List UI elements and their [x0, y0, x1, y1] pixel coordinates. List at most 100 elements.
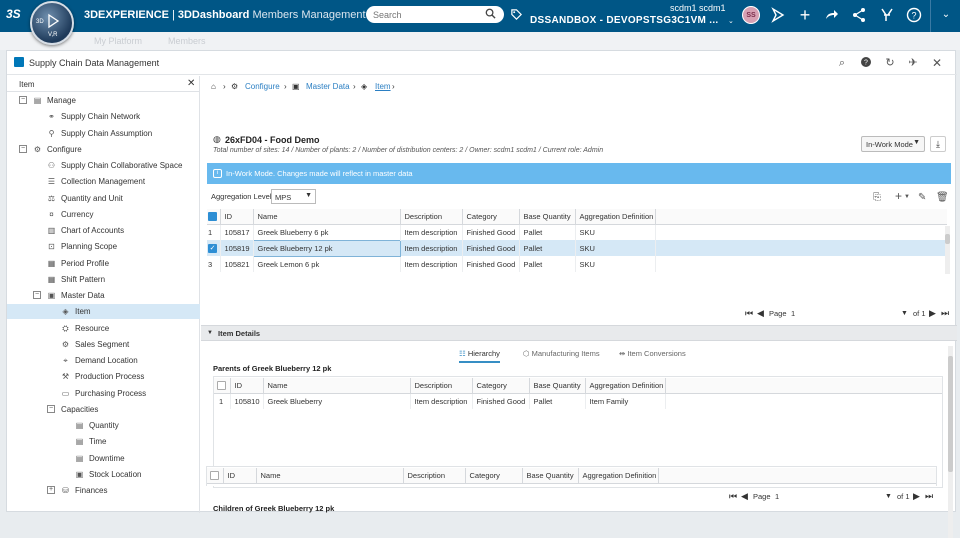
row-selector[interactable]: 1 — [207, 224, 221, 240]
expand-icon[interactable]: + — [47, 486, 55, 494]
breadcrumb-configure[interactable]: Configure — [245, 82, 280, 91]
tree-node[interactable]: ▦ Period Profile — [7, 256, 200, 271]
collapse-icon[interactable]: − — [19, 96, 27, 104]
table-row[interactable]: 3 105821 Greek Lemon 6 pk Item description F… — [207, 256, 947, 272]
column-header-aggregation[interactable]: Aggregation Definition — [575, 209, 656, 225]
select-all-checkbox[interactable] — [207, 209, 221, 225]
column-header-base-quantity[interactable]: Base Quantity — [522, 468, 579, 484]
next-page-icon[interactable]: ▶ — [929, 308, 936, 319]
column-header-id[interactable]: ID — [220, 209, 254, 225]
column-header-description[interactable]: Description — [410, 378, 473, 394]
tree-node[interactable]: − ▤ Manage — [7, 93, 200, 108]
column-header-description[interactable]: Description — [403, 468, 466, 484]
column-header-description[interactable]: Description — [400, 209, 463, 225]
column-header-base-quantity[interactable]: Base Quantity — [519, 209, 576, 225]
first-page-icon[interactable]: ⏮ — [729, 491, 737, 502]
cell-name[interactable]: Greek Lemon 6 pk — [253, 256, 401, 272]
avatar[interactable]: SS — [742, 6, 760, 24]
add-icon[interactable]: + — [895, 189, 902, 203]
caret-down-icon[interactable]: ▼ — [904, 194, 910, 200]
chevron-down-icon[interactable]: ⌄ — [728, 17, 734, 25]
tree-node[interactable]: + ⛁ Finances — [7, 483, 200, 498]
column-header-id[interactable]: ID — [223, 468, 257, 484]
select-all-checkbox[interactable] — [214, 378, 231, 394]
tree-node[interactable]: ⚙ Sales Segment — [7, 337, 200, 352]
user-name[interactable]: scdm1 scdm1 — [670, 3, 726, 13]
tree-node[interactable]: ▣ Stock Location — [7, 467, 200, 482]
caret-down-icon[interactable]: ▼ — [885, 493, 892, 500]
table-row[interactable]: 1 105810 Greek Blueberry Item description Fi… — [214, 393, 942, 409]
cell-qty[interactable]: Pallet — [519, 240, 576, 256]
home-icon[interactable]: ⌂ — [211, 82, 216, 91]
last-page-icon[interactable]: ⏭ — [941, 308, 949, 319]
tree-node[interactable]: ▥ Chart of Accounts — [7, 223, 200, 238]
tree-node[interactable]: ▦ Shift Pattern — [7, 272, 200, 287]
collapse-icon[interactable]: − — [19, 144, 27, 153]
tree-node[interactable]: ⚒ Production Process — [7, 369, 200, 384]
breadcrumb-item[interactable]: Item — [375, 82, 391, 91]
tree-node[interactable]: ⛭ Resource — [7, 321, 200, 336]
column-header-name[interactable]: Name — [263, 378, 411, 394]
network-share-icon[interactable] — [851, 7, 867, 23]
pin-icon[interactable]: ✈ — [906, 56, 920, 70]
cell-id[interactable]: 105817 — [220, 224, 254, 240]
refresh-icon[interactable]: ↻ — [883, 56, 897, 70]
help-icon[interactable]: ? — [906, 7, 922, 23]
import-icon[interactable]: ⎘ — [873, 192, 881, 203]
cell-agg[interactable]: SKU — [575, 224, 656, 240]
tree-node[interactable]: − ▣ Master Data — [7, 288, 200, 303]
cell-name[interactable]: Greek Blueberry — [263, 393, 411, 409]
caret-down-icon[interactable]: ▼ — [901, 310, 908, 317]
tree-node[interactable]: ▤ Quantity — [7, 418, 200, 433]
prev-page-icon[interactable]: ◀ — [741, 491, 748, 502]
cell-agg[interactable]: Item Family — [585, 393, 666, 409]
first-page-icon[interactable]: ⏮ — [745, 308, 753, 319]
cell-desc[interactable]: Item description — [400, 240, 463, 256]
checkbox[interactable]: ✓ — [208, 243, 217, 253]
tree-node[interactable]: ▤ Downtime — [7, 451, 200, 466]
search-icon[interactable] — [485, 8, 496, 19]
scrollbar[interactable] — [945, 226, 950, 274]
last-page-icon[interactable]: ⏭ — [925, 491, 933, 502]
select-all-checkbox[interactable] — [207, 468, 224, 484]
tree-node[interactable]: ▭ Purchasing Process — [7, 386, 200, 401]
tab-manufacturing-items[interactable]: ⬡ Manufacturing Items — [523, 349, 600, 358]
tree-node[interactable]: − ⚙ Configure — [7, 142, 200, 157]
cell-agg[interactable]: SKU — [575, 240, 656, 256]
prev-page-icon[interactable]: ◀ — [757, 308, 764, 319]
column-header-base-quantity[interactable]: Base Quantity — [529, 378, 586, 394]
chevron-down-icon[interactable]: ⌄ — [938, 7, 954, 23]
close-icon[interactable]: ✕ — [187, 78, 195, 89]
cell-desc[interactable]: Item description — [400, 256, 463, 272]
tree-node[interactable]: ⚭ Supply Chain Network — [7, 109, 200, 124]
column-header-id[interactable]: ID — [230, 378, 264, 394]
cell-agg[interactable]: SKU — [575, 256, 656, 272]
details-scrollbar[interactable] — [948, 346, 953, 538]
tree-node[interactable]: ⚇ Supply Chain Collaborative Space — [7, 158, 200, 173]
page-input[interactable]: 1 — [791, 309, 795, 318]
share-icon[interactable] — [770, 7, 786, 23]
column-header-aggregation[interactable]: Aggregation Definition — [585, 378, 666, 394]
cell-id[interactable]: 105810 — [230, 393, 264, 409]
cell-cat[interactable]: Finished Good — [462, 240, 520, 256]
cell-cat[interactable]: Finished Good — [472, 393, 530, 409]
column-header-category[interactable]: Category — [465, 468, 523, 484]
cell-qty[interactable]: Pallet — [519, 224, 576, 240]
cell-cat[interactable]: Finished Good — [462, 256, 520, 272]
column-header-aggregation[interactable]: Aggregation Definition — [578, 468, 659, 484]
tree-node[interactable]: ⚲ Supply Chain Assumption — [7, 126, 200, 141]
download-button[interactable]: ⤓ — [930, 136, 946, 152]
cell-qty[interactable]: Pallet — [519, 256, 576, 272]
close-icon[interactable]: ✕ — [930, 56, 944, 70]
tree-node[interactable]: ⊡ Planning Scope — [7, 239, 200, 254]
cell-name[interactable]: Greek Blueberry 6 pk — [253, 224, 401, 240]
mode-dropdown[interactable]: In-Work Mode ▼ — [861, 136, 925, 152]
tree-node[interactable]: ▤ Time — [7, 434, 200, 449]
column-header-category[interactable]: Category — [462, 209, 520, 225]
caret-down-icon[interactable]: ▼ — [207, 330, 213, 336]
next-page-icon[interactable]: ▶ — [913, 491, 920, 502]
tree-node[interactable]: ◈ Item — [7, 304, 200, 320]
cell-name[interactable]: Greek Blueberry 12 pk — [252, 239, 401, 257]
breadcrumb-master-data[interactable]: Master Data — [306, 82, 350, 91]
collapse-icon[interactable]: − — [33, 291, 41, 299]
